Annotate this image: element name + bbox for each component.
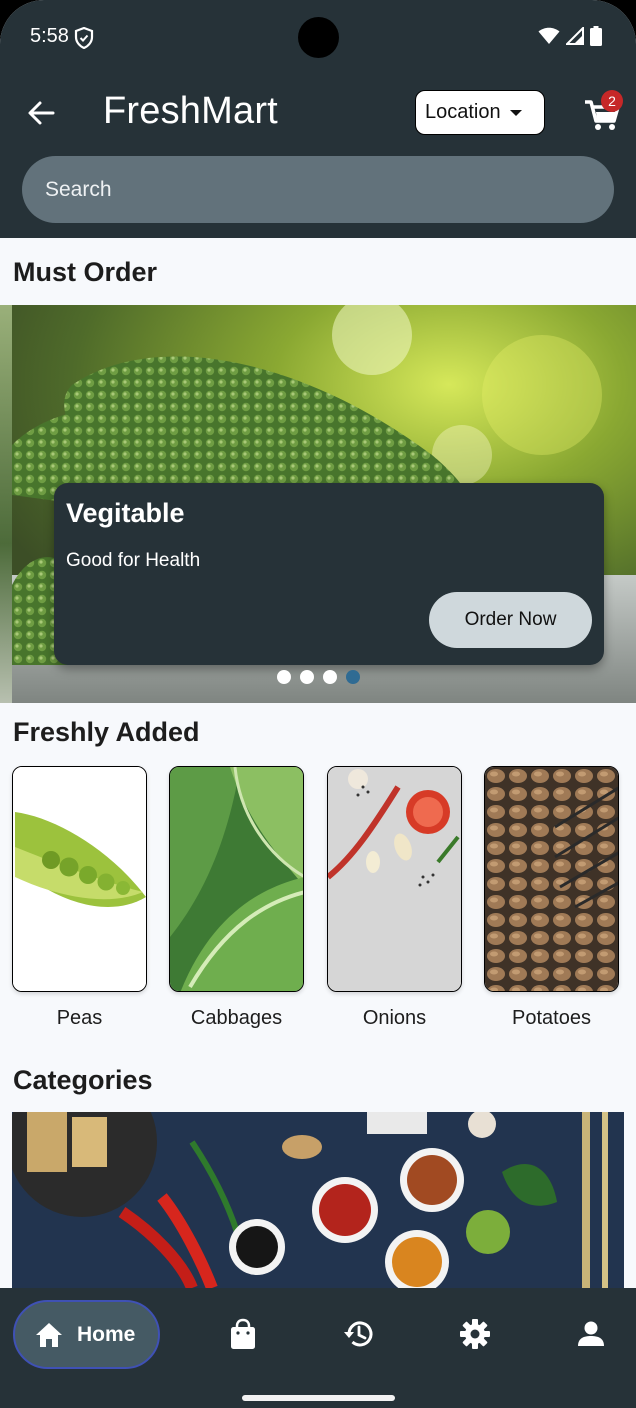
spices-image <box>12 1112 624 1288</box>
camera-cutout <box>298 17 339 58</box>
shopping-bag-icon[interactable] <box>227 1318 259 1350</box>
gesture-handle[interactable] <box>242 1395 395 1401</box>
carousel-dot-active[interactable] <box>346 670 360 684</box>
product-card-potatoes[interactable] <box>484 766 619 992</box>
bottom-navigation: Home <box>0 1288 636 1381</box>
search-input[interactable] <box>22 156 614 223</box>
app-bar: FreshMart Location <box>0 72 636 152</box>
dropdown-arrow-icon <box>509 109 522 116</box>
product-card-onions[interactable] <box>327 766 462 992</box>
must-order-title: Must Order <box>13 257 158 287</box>
settings-icon[interactable] <box>459 1318 491 1350</box>
gesture-navigation-area <box>0 1381 636 1408</box>
carousel-dot[interactable] <box>277 670 291 684</box>
carousel-indicator <box>277 670 360 684</box>
nav-home-label: Home <box>77 1322 136 1346</box>
carousel-dot[interactable] <box>323 670 337 684</box>
app-screen: 5:58 FreshMart Location 2 Search Must Or… <box>0 0 636 1408</box>
must-order-carousel[interactable]: Vegitable Good for Health Order Now <box>0 305 636 703</box>
promo-title: Vegitable <box>66 498 185 528</box>
product-name: Potatoes <box>512 1007 591 1029</box>
home-icon <box>36 1322 62 1347</box>
arrow-back-icon <box>28 101 55 125</box>
status-time: 5:58 <box>30 25 69 47</box>
categories-title: Categories <box>13 1065 153 1095</box>
nav-home[interactable]: Home <box>13 1300 160 1369</box>
onions-image <box>328 767 461 991</box>
peas-image <box>13 767 146 991</box>
order-now-button[interactable]: Order Now <box>429 592 592 648</box>
app-title: FreshMart <box>103 90 278 132</box>
product-card-peas[interactable] <box>12 766 147 992</box>
battery-icon <box>590 26 602 46</box>
signal-icon <box>566 27 584 45</box>
wifi-icon <box>538 27 560 44</box>
carousel-dot[interactable] <box>300 670 314 684</box>
header: 5:58 FreshMart Location 2 Search <box>0 0 636 238</box>
previous-slide-peek <box>0 305 12 703</box>
history-icon[interactable] <box>343 1318 375 1350</box>
categories-banner[interactable] <box>12 1112 624 1288</box>
status-bar: 5:58 <box>0 0 636 72</box>
person-icon[interactable] <box>575 1318 607 1350</box>
location-dropdown[interactable]: Location <box>415 90 545 135</box>
promo-subtitle: Good for Health <box>66 550 201 571</box>
product-card-cabbages[interactable] <box>169 766 304 992</box>
potatoes-image <box>485 767 618 991</box>
location-label: Location <box>425 101 501 123</box>
freshly-added-title: Freshly Added <box>13 717 200 747</box>
product-name: Peas <box>56 1007 103 1029</box>
cart-badge: 2 <box>601 90 623 112</box>
back-button[interactable] <box>22 94 60 132</box>
shield-icon <box>74 27 94 49</box>
promo-card: Vegitable Good for Health Order Now <box>54 483 604 665</box>
system-icons <box>538 26 602 46</box>
product-name: Cabbages <box>190 1007 283 1029</box>
product-name: Onions <box>362 1007 427 1029</box>
cabbage-image <box>170 767 303 991</box>
